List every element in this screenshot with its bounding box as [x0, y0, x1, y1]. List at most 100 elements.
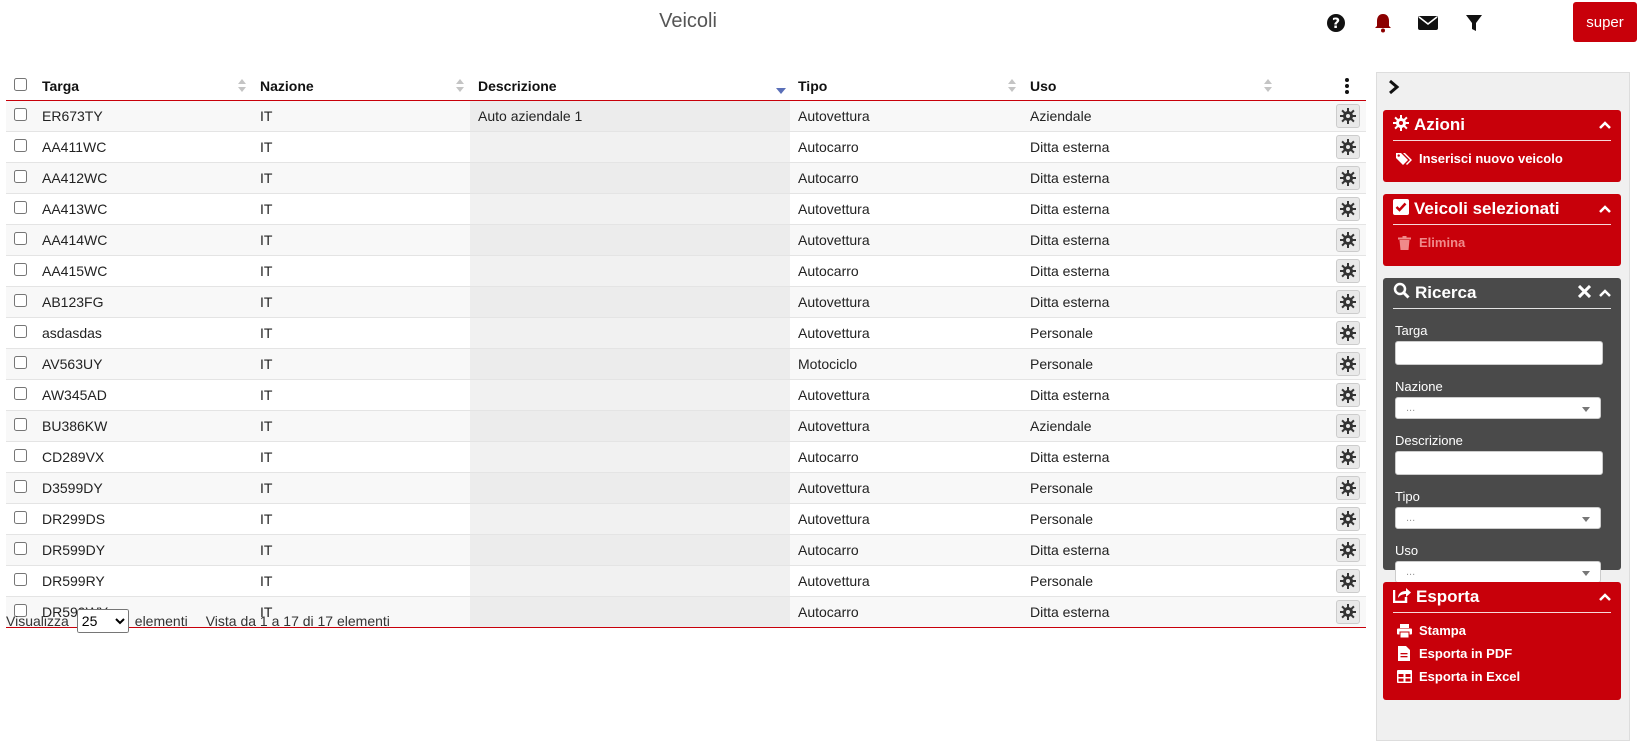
row-select-cell: [6, 255, 34, 287]
bell-icon[interactable]: [1370, 10, 1396, 36]
selected-vehicles-title: Veicoli selezionati: [1414, 199, 1560, 218]
cell-uso: Ditta esterna: [1022, 441, 1278, 473]
table-row[interactable]: AA412WC IT Autocarro Ditta esterna: [6, 162, 1366, 194]
gear-icon[interactable]: [1336, 538, 1360, 562]
cell-actions: [1278, 317, 1366, 349]
column-header-tipo[interactable]: Tipo: [790, 72, 1022, 101]
row-checkbox[interactable]: [13, 449, 27, 462]
table-row[interactable]: BU386KW IT Autovettura Aziendale: [6, 410, 1366, 442]
table-row[interactable]: AA413WC IT Autovettura Ditta esterna: [6, 193, 1366, 225]
descrizione-label: Descrizione: [1395, 433, 1463, 448]
gear-icon[interactable]: [1336, 569, 1360, 593]
row-checkbox[interactable]: [13, 542, 27, 555]
cell-descrizione: [470, 503, 790, 535]
gear-icon[interactable]: [1336, 228, 1360, 252]
row-checkbox[interactable]: [13, 573, 27, 586]
cell-actions: [1278, 224, 1366, 256]
row-checkbox[interactable]: [13, 263, 27, 276]
row-checkbox[interactable]: [13, 232, 27, 245]
cell-tipo: Autovettura: [790, 410, 1022, 442]
cell-actions: [1278, 472, 1366, 504]
table-row[interactable]: ER673TY IT Auto aziendale 1 Autovettura Azie…: [6, 100, 1366, 132]
column-header-uso[interactable]: Uso: [1022, 72, 1278, 101]
table-row[interactable]: CD289VX IT Autocarro Ditta esterna: [6, 441, 1366, 473]
filter-icon[interactable]: [1461, 10, 1487, 36]
user-menu-button[interactable]: super: [1573, 2, 1637, 42]
export-pdf-action[interactable]: Esporta in PDF: [1395, 642, 1609, 665]
gear-icon[interactable]: [1336, 600, 1360, 624]
help-icon[interactable]: ?: [1323, 10, 1349, 36]
table-row[interactable]: AW345AD IT Autovettura Ditta esterna: [6, 379, 1366, 411]
gear-icon[interactable]: [1336, 259, 1360, 283]
check-square-icon: [1393, 198, 1409, 220]
close-icon[interactable]: [1577, 283, 1592, 303]
actions-card-header[interactable]: Azioni: [1393, 110, 1611, 141]
column-header-descrizione[interactable]: Descrizione: [470, 72, 790, 101]
targa-input[interactable]: [1395, 341, 1603, 365]
row-checkbox[interactable]: [13, 480, 27, 493]
gear-icon[interactable]: [1336, 476, 1360, 500]
cell-uso: Personale: [1022, 565, 1278, 597]
row-checkbox[interactable]: [13, 108, 27, 121]
chevron-up-icon[interactable]: [1599, 587, 1611, 607]
tipo-select[interactable]: ...: [1395, 507, 1601, 529]
gear-icon[interactable]: [1336, 135, 1360, 159]
insert-vehicle-action[interactable]: Inserisci nuovo veicolo: [1395, 147, 1609, 170]
row-checkbox[interactable]: [13, 139, 27, 152]
row-checkbox[interactable]: [13, 418, 27, 431]
row-checkbox[interactable]: [13, 201, 27, 214]
search-card-header[interactable]: Ricerca: [1393, 278, 1611, 309]
column-header-targa[interactable]: Targa: [34, 72, 252, 101]
table-row[interactable]: DR599DY IT Autocarro Ditta esterna: [6, 534, 1366, 566]
export-excel-action[interactable]: Esporta in Excel: [1395, 665, 1609, 688]
column-header-nazione[interactable]: Nazione: [252, 72, 470, 101]
chevron-up-icon[interactable]: [1599, 283, 1611, 303]
row-checkbox[interactable]: [13, 294, 27, 307]
kebab-menu-icon[interactable]: [1342, 78, 1352, 94]
row-checkbox[interactable]: [13, 387, 27, 400]
gear-icon[interactable]: [1336, 104, 1360, 128]
cell-uso: Personale: [1022, 348, 1278, 380]
select-all-checkbox[interactable]: [13, 78, 27, 91]
chevron-right-icon[interactable]: [1387, 79, 1407, 97]
cell-descrizione: [470, 255, 790, 287]
gear-icon[interactable]: [1336, 507, 1360, 531]
nazione-select[interactable]: ...: [1395, 397, 1601, 419]
cell-descrizione: [470, 534, 790, 566]
page-size-select[interactable]: 102550100: [76, 609, 129, 633]
table-row[interactable]: AA414WC IT Autovettura Ditta esterna: [6, 224, 1366, 256]
row-checkbox[interactable]: [13, 511, 27, 524]
selected-vehicles-card: Veicoli selezionati Elimina: [1383, 194, 1621, 266]
export-card-header[interactable]: Esporta: [1392, 582, 1611, 613]
gear-icon[interactable]: [1336, 445, 1360, 469]
row-select-cell: [6, 224, 34, 256]
table-row[interactable]: AA415WC IT Autocarro Ditta esterna: [6, 255, 1366, 287]
chevron-up-icon[interactable]: [1599, 115, 1611, 135]
selected-vehicles-card-header[interactable]: Veicoli selezionati: [1393, 194, 1611, 225]
table-row[interactable]: AV563UY IT Motociclo Personale: [6, 348, 1366, 380]
envelope-icon[interactable]: [1415, 10, 1441, 36]
row-checkbox[interactable]: [13, 325, 27, 338]
gear-icon[interactable]: [1336, 383, 1360, 407]
table-row[interactable]: DR599RY IT Autovettura Personale: [6, 565, 1366, 597]
gear-icon[interactable]: [1336, 321, 1360, 345]
table-row[interactable]: AA411WC IT Autocarro Ditta esterna: [6, 131, 1366, 163]
row-checkbox[interactable]: [13, 356, 27, 369]
gear-icon[interactable]: [1336, 290, 1360, 314]
chevron-up-icon[interactable]: [1599, 199, 1611, 219]
table-row[interactable]: asdasdas IT Autovettura Personale: [6, 317, 1366, 349]
cell-targa: AB123FG: [34, 286, 252, 318]
gear-icon[interactable]: [1336, 197, 1360, 221]
descrizione-input[interactable]: [1395, 451, 1603, 475]
uso-select[interactable]: ...: [1395, 561, 1601, 583]
cell-uso: Ditta esterna: [1022, 596, 1278, 628]
gear-icon[interactable]: [1336, 166, 1360, 190]
print-action[interactable]: Stampa: [1395, 619, 1609, 642]
table-row[interactable]: D3599DY IT Autovettura Personale: [6, 472, 1366, 504]
table-row[interactable]: AB123FG IT Autovettura Ditta esterna: [6, 286, 1366, 318]
delete-action: Elimina: [1395, 231, 1609, 254]
gear-icon[interactable]: [1336, 352, 1360, 376]
gear-icon[interactable]: [1336, 414, 1360, 438]
table-row[interactable]: DR299DS IT Autovettura Personale: [6, 503, 1366, 535]
row-checkbox[interactable]: [13, 170, 27, 183]
